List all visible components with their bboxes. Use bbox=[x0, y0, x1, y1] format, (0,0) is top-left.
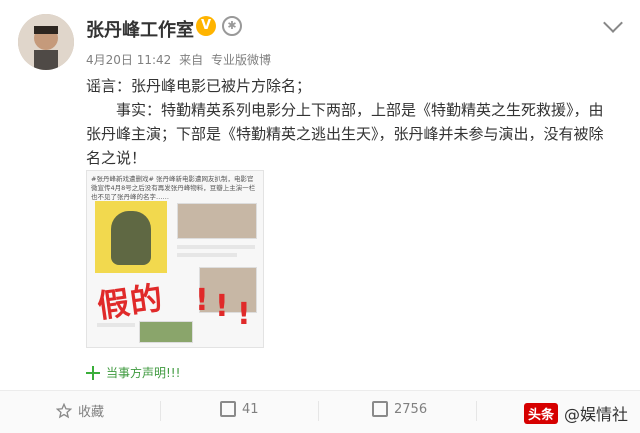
statement-link[interactable]: 当事方声明!!! bbox=[86, 364, 180, 381]
mini-row-1 bbox=[177, 245, 255, 249]
favorite-label: 收藏 bbox=[78, 405, 105, 420]
repost-count: 41 bbox=[242, 401, 259, 417]
post-meta: 4月20日 11:42 来自 专业版微博 bbox=[86, 51, 275, 68]
attachment-caption: #张丹峰新戏遭删戏# 张丹峰新电影遭网友扒制，电影官微宣传4月8号之后没有再发张… bbox=[91, 175, 256, 201]
action-bar: 收藏 41 2756 头条 @娱情社 bbox=[0, 390, 640, 433]
exclamation-mark-1: ! bbox=[195, 283, 209, 318]
badge-icon: ✱ bbox=[222, 16, 242, 36]
avatar[interactable] bbox=[18, 14, 74, 70]
content-line-rumor: 谣言：张丹峰电影已被片方除名； bbox=[86, 77, 312, 95]
watermark-text: @娱情社 bbox=[563, 405, 628, 424]
attachment-image[interactable]: #张丹峰新戏遭删戏# 张丹峰新电影遭网友扒制，电影官微宣传4月8号之后没有再发张… bbox=[86, 170, 264, 348]
poster-image bbox=[95, 201, 167, 273]
post-time[interactable]: 4月20日 11:42 bbox=[86, 53, 171, 67]
divider bbox=[476, 401, 477, 421]
post-content: 谣言：张丹峰电影已被片方除名； 事实：特勤精英系列电影分上下两部，上部是《特勤精… bbox=[86, 74, 616, 170]
toutiao-logo: 头条 bbox=[523, 402, 558, 424]
favorite-button[interactable]: 收藏 bbox=[56, 401, 104, 420]
weibo-post-card: 张丹峰工作室 V ✱ 4月20日 11:42 来自 专业版微博 谣言：张丹峰电影… bbox=[0, 0, 640, 433]
comment-button[interactable]: 2756 bbox=[372, 401, 427, 417]
fake-stamp: 假的 bbox=[94, 278, 166, 326]
link-icon bbox=[86, 365, 100, 380]
author-name[interactable]: 张丹峰工作室 bbox=[86, 16, 194, 42]
repost-icon bbox=[220, 401, 236, 417]
repost-button[interactable]: 41 bbox=[220, 401, 259, 417]
verified-icon: V bbox=[196, 16, 216, 36]
thumb-1 bbox=[177, 203, 257, 239]
poster-figure bbox=[111, 211, 151, 265]
toutiao-watermark: 头条 @娱情社 bbox=[523, 401, 628, 425]
exclamation-mark-2: ! bbox=[215, 289, 229, 324]
exclamation-mark-3: ! bbox=[237, 297, 251, 332]
statement-link-text: 当事方声明!!! bbox=[106, 366, 181, 380]
mini-row-2 bbox=[177, 253, 237, 257]
divider bbox=[318, 401, 319, 421]
star-icon bbox=[56, 402, 72, 418]
comment-icon bbox=[372, 401, 388, 417]
chevron-down-icon[interactable] bbox=[603, 13, 623, 33]
thumb-3 bbox=[139, 321, 193, 343]
post-source[interactable]: 专业版微博 bbox=[211, 53, 271, 67]
source-prefix: 来自 bbox=[179, 53, 204, 67]
divider bbox=[160, 401, 161, 421]
comment-count: 2756 bbox=[394, 401, 428, 417]
content-line-fact: 事实：特勤精英系列电影分上下两部，上部是《特勤精英之生死救援》，由张丹峰主演；下… bbox=[86, 101, 604, 167]
